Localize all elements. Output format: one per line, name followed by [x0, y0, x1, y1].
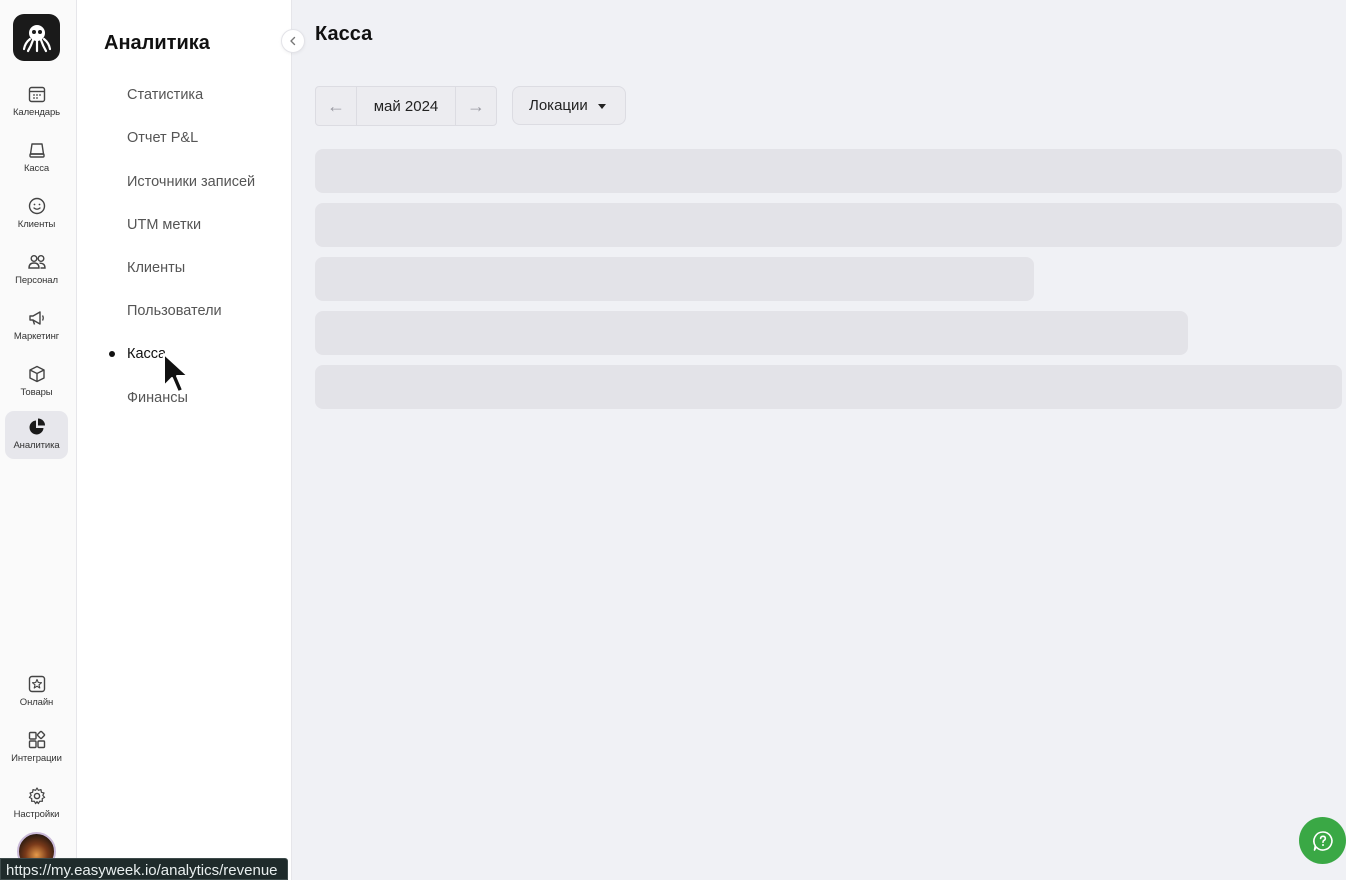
chevron-left-icon [290, 36, 296, 46]
rail-label-marketing: Маркетинг [13, 331, 60, 342]
arrow-right-icon: → [467, 95, 485, 116]
rail-label-clients: Клиенты [17, 219, 56, 230]
rail-item-staff[interactable]: Персонал [5, 246, 68, 294]
question-bubble-icon [1312, 830, 1333, 851]
rail-label-settings: Настройки [13, 809, 60, 820]
locations-label: Локации [529, 97, 588, 114]
nav-item-booking-sources[interactable]: Источники записей [127, 174, 255, 190]
active-indicator-dot [109, 351, 115, 357]
loading-skeleton-row [315, 149, 1342, 193]
locations-dropdown[interactable]: Локации [512, 86, 626, 125]
pie-chart-icon [29, 418, 45, 435]
icon-rail: Календарь Касса Клиенты Персонал Маркети… [0, 0, 77, 880]
analytics-nav-panel: Аналитика Статистика Отчет P&L Источники… [77, 0, 292, 880]
rail-label-staff: Персонал [15, 275, 58, 286]
loading-skeleton-row [315, 203, 1342, 247]
status-url-bar: https://my.easyweek.io/analytics/revenue [0, 858, 288, 880]
staff-icon [27, 255, 46, 269]
nav-item-statistics[interactable]: Статистика [127, 87, 203, 103]
collapse-panel-button[interactable] [281, 29, 305, 53]
register-icon [28, 143, 45, 158]
caret-down-icon [598, 104, 606, 109]
arrow-left-icon: ← [327, 95, 345, 116]
loading-skeleton-row [315, 365, 1342, 409]
loading-skeleton-row [315, 257, 1034, 301]
box-icon [28, 365, 45, 383]
rail-item-register[interactable]: Касса [5, 134, 68, 182]
rail-item-products[interactable]: Товары [5, 358, 68, 406]
calendar-icon [28, 86, 45, 103]
next-month-button[interactable]: → [456, 87, 496, 125]
loading-skeleton-row [315, 311, 1188, 355]
nav-item-clients[interactable]: Клиенты [127, 260, 185, 276]
nav-item-utm-tags[interactable]: UTM метки [127, 217, 201, 233]
rail-item-marketing[interactable]: Маркетинг [5, 302, 68, 350]
nav-item-pl-report[interactable]: Отчет P&L [127, 130, 198, 146]
rail-item-clients[interactable]: Клиенты [5, 190, 68, 238]
month-picker: ← май 2024 → [315, 86, 497, 126]
rail-item-integrations[interactable]: Интеграции [5, 724, 68, 772]
rail-label-products: Товары [20, 387, 53, 398]
nav-item-register[interactable]: Касса [127, 346, 166, 362]
current-month-label[interactable]: май 2024 [356, 87, 456, 125]
rail-label-integrations: Интеграции [11, 753, 62, 764]
help-chat-button[interactable] [1299, 817, 1346, 864]
octopus-logo-icon[interactable] [13, 14, 60, 61]
page-title: Касса [315, 23, 373, 45]
rail-label-calendar: Календарь [12, 107, 61, 118]
prev-month-button[interactable]: ← [316, 87, 356, 125]
megaphone-icon [28, 311, 44, 325]
rail-item-analytics[interactable]: Аналитика [5, 411, 68, 459]
gear-icon [28, 787, 45, 805]
panel-title: Аналитика [104, 32, 210, 54]
rail-label-register: Касса [23, 163, 50, 174]
star-window-icon [28, 675, 45, 693]
rail-item-calendar[interactable]: Календарь [5, 78, 68, 126]
rail-item-settings[interactable]: Настройки [5, 780, 68, 828]
rail-item-online[interactable]: Онлайн [5, 668, 68, 716]
nav-item-users[interactable]: Пользователи [127, 303, 222, 319]
rail-label-analytics: Аналитика [13, 440, 60, 451]
integrations-icon [28, 730, 45, 749]
smiley-icon [28, 197, 45, 215]
rail-label-online: Онлайн [19, 697, 54, 708]
mouse-cursor-icon [163, 353, 189, 393]
